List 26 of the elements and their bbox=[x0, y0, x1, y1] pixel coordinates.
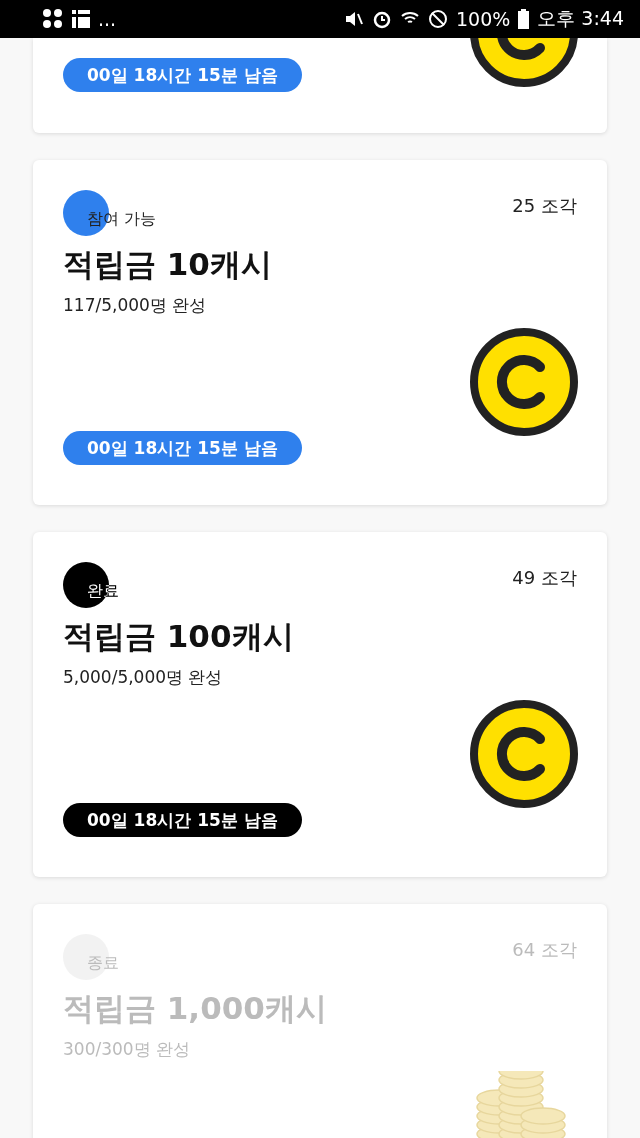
coin-icon bbox=[469, 699, 579, 809]
reward-title: 적립금 10캐시 bbox=[63, 245, 273, 284]
battery-icon bbox=[518, 9, 530, 29]
progress-text: 117/5,000명 완성 bbox=[63, 294, 208, 317]
pieces-count: 49 조각 bbox=[512, 566, 577, 590]
grid-icon bbox=[72, 10, 90, 28]
status-label: 종료 bbox=[86, 952, 120, 974]
clock-time: 오후 3:44 bbox=[537, 6, 624, 31]
progress-text: 5,000/5,000명 완성 bbox=[63, 666, 224, 689]
time-left-badge: 00일 18시간 15분 남음 bbox=[63, 431, 302, 465]
time-left-badge: 00일 18시간 15분 남음 bbox=[63, 58, 302, 92]
pieces-count: 64 조각 bbox=[512, 938, 577, 962]
pieces-count: 25 조각 bbox=[512, 194, 577, 218]
coin-icon bbox=[469, 327, 579, 437]
app-icon bbox=[42, 8, 64, 30]
reward-card[interactable]: 00일 18시간 15분 남음 bbox=[33, 38, 607, 133]
blocked-icon bbox=[427, 9, 448, 29]
coin-icon bbox=[469, 38, 579, 88]
alarm-icon bbox=[371, 9, 392, 29]
reward-title: 적립금 100캐시 bbox=[63, 617, 295, 656]
mute-icon bbox=[343, 9, 364, 29]
more-text: ... bbox=[98, 8, 117, 30]
reward-title: 적립금 1,000캐시 bbox=[63, 989, 328, 1028]
battery-percent: 100% bbox=[455, 8, 511, 30]
progress-text: 300/300명 완성 bbox=[63, 1038, 192, 1061]
time-left-badge: 00일 18시간 15분 남음 bbox=[63, 803, 302, 837]
